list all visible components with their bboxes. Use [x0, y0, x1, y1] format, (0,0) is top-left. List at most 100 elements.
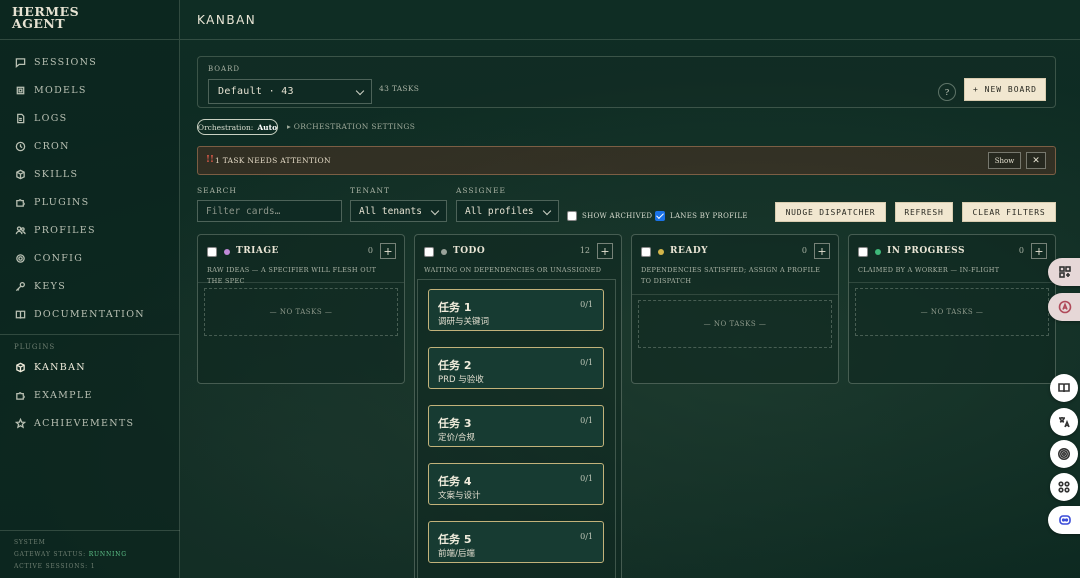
add-task-button[interactable]: + — [814, 243, 830, 259]
lane-divider — [632, 294, 838, 295]
sidebar-nav: SESSIONS MODELS LOGS CRON SKILLS PLUGINS… — [0, 40, 179, 328]
sidebar-item-models[interactable]: MODELS — [0, 76, 179, 104]
plugins-section-label: PLUGINS — [14, 343, 56, 351]
nudge-dispatcher-button[interactable]: NUDGE DISPATCHER — [775, 202, 886, 222]
attention-banner: !! 1 TASK NEEDS ATTENTION Show ✕ — [197, 146, 1056, 175]
lane-title: TRIAGE — [236, 246, 279, 256]
sidebar-item-config[interactable]: CONFIG — [0, 244, 179, 272]
lane-triage: TRIAGE 0 + RAW IDEAS — A SPECIFIER WILL … — [197, 234, 405, 384]
orchestration-settings-link[interactable]: ▸ ORCHESTRATION SETTINGS — [287, 122, 415, 131]
chip-icon — [14, 84, 26, 96]
sidebar-item-example[interactable]: EXAMPLE — [0, 381, 179, 409]
show-archived-toggle[interactable]: SHOW ARCHIVED — [567, 211, 652, 221]
key-icon — [14, 280, 26, 292]
lanes-by-profile-toggle[interactable]: LANES BY PROFILE — [655, 211, 748, 221]
show-button[interactable]: Show — [988, 152, 1021, 169]
lane-divider — [198, 282, 404, 283]
lane-todo: TODO 12 + WAITING ON DEPENDENCIES OR UNA… — [414, 234, 622, 578]
apps-add-icon[interactable] — [1048, 258, 1080, 286]
users-icon — [14, 224, 26, 236]
search-input[interactable]: Filter cards… — [197, 200, 342, 222]
lane-title: IN PROGRESS — [887, 246, 965, 256]
lane-select-checkbox[interactable] — [207, 247, 217, 257]
sidebar-item-logs[interactable]: LOGS — [0, 104, 179, 132]
add-task-button[interactable]: + — [1031, 243, 1047, 259]
lane-in-progress: IN PROGRESS 0 + CLAIMED BY A WORKER — IN… — [848, 234, 1056, 384]
book-icon — [14, 308, 26, 320]
assignee-label: ASSIGNEE — [456, 186, 507, 195]
new-board-button[interactable]: + NEW BOARD — [964, 78, 1046, 101]
lanes-by-profile-checkbox[interactable] — [655, 211, 665, 221]
lane-count: 0 — [367, 246, 373, 255]
empty-lane-placeholder: — NO TASKS — — [638, 300, 832, 348]
lane-select-checkbox[interactable] — [641, 247, 651, 257]
assistant-bot-icon[interactable] — [1048, 506, 1080, 534]
page-title: KANBAN — [197, 12, 257, 27]
tenant-select[interactable]: All tenants — [350, 200, 447, 222]
translate-icon[interactable] — [1050, 408, 1078, 436]
lane-color-dot — [875, 249, 881, 255]
task-card[interactable]: 任务 1 调研与关键词 0/1 — [428, 289, 604, 331]
lane-select-checkbox[interactable] — [858, 247, 868, 257]
card-list: 任务 1 调研与关键词 0/1 任务 2 PRD 与验收 0/1 任务 3 定价… — [417, 279, 616, 578]
add-task-button[interactable]: + — [597, 243, 613, 259]
lane-count: 0 — [801, 246, 807, 255]
lane-description: WAITING ON DEPENDENCIES OR UNASSIGNED — [424, 266, 602, 274]
star-icon — [14, 417, 26, 429]
chat-icon — [14, 56, 26, 68]
lane-select-checkbox[interactable] — [424, 247, 434, 257]
broadcast-icon[interactable] — [1050, 440, 1078, 468]
sidebar-item-skills[interactable]: SKILLS — [0, 160, 179, 188]
show-archived-checkbox[interactable] — [567, 211, 577, 221]
lane-description: DEPENDENCIES SATISFIED; ASSIGN A PROFILE… — [641, 266, 821, 285]
sidebar-item-kanban[interactable]: KANBAN — [0, 353, 179, 381]
task-card[interactable]: 任务 4 文案与设计 0/1 — [428, 463, 604, 505]
page-header: KANBAN — [180, 0, 1080, 40]
clear-filters-button[interactable]: CLEAR FILTERS — [962, 202, 1056, 222]
lane-color-dot — [441, 249, 447, 255]
board-panel: BOARD Default · 43 43 TASKS ? + NEW BOAR… — [197, 56, 1056, 108]
sidebar-item-achievements[interactable]: ACHIEVEMENTS — [0, 409, 179, 437]
app-logo[interactable]: HERMES AGENT — [0, 0, 179, 40]
command-icon[interactable] — [1050, 473, 1078, 501]
task-card[interactable]: 任务 5 前端/后端 0/1 — [428, 521, 604, 563]
active-sessions-value: 1 — [90, 563, 96, 570]
refresh-button[interactable]: REFRESH — [895, 202, 953, 222]
lane-description: CLAIMED BY A WORKER — IN-FLIGHT — [858, 266, 1000, 274]
task-card[interactable]: 任务 3 定价/合规 0/1 — [428, 405, 604, 447]
add-task-button[interactable]: + — [380, 243, 396, 259]
sidebar: HERMES AGENT SESSIONS MODELS LOGS CRON S… — [0, 0, 180, 578]
sidebar-item-sessions[interactable]: SESSIONS — [0, 48, 179, 76]
attention-message: 1 TASK NEEDS ATTENTION — [215, 156, 331, 165]
orchestration-toggle[interactable]: Orchestration: Auto — [197, 119, 278, 135]
lane-ready: READY 0 + DEPENDENCIES SATISFIED; ASSIGN… — [631, 234, 839, 384]
box-icon — [14, 168, 26, 180]
sidebar-item-profiles[interactable]: PROFILES — [0, 216, 179, 244]
lane-count: 0 — [1018, 246, 1024, 255]
lane-count: 12 — [579, 246, 590, 255]
lane-description: RAW IDEAS — A SPECIFIER WILL FLESH OUT T… — [207, 266, 377, 285]
puzzle-icon — [14, 196, 26, 208]
book-icon[interactable] — [1050, 374, 1078, 402]
translate-icon[interactable] — [1048, 293, 1080, 321]
empty-lane-placeholder: — NO TASKS — — [855, 288, 1049, 336]
sidebar-item-keys[interactable]: KEYS — [0, 272, 179, 300]
help-button[interactable]: ? — [938, 83, 956, 101]
chevron-down-icon — [542, 206, 552, 216]
system-status: SYSTEM GATEWAY STATUS: RUNNING ACTIVE SE… — [0, 530, 180, 578]
tenant-label: TENANT — [350, 186, 391, 195]
close-icon[interactable]: ✕ — [1026, 152, 1046, 169]
sidebar-item-cron[interactable]: CRON — [0, 132, 179, 160]
sidebar-item-plugins[interactable]: PLUGINS — [0, 188, 179, 216]
sidebar-item-documentation[interactable]: DOCUMENTATION — [0, 300, 179, 328]
clock-icon — [14, 140, 26, 152]
assignee-select[interactable]: All profiles — [456, 200, 559, 222]
lane-color-dot — [658, 249, 664, 255]
task-card[interactable]: 任务 2 PRD 与验收 0/1 — [428, 347, 604, 389]
alert-icon: !! — [206, 155, 214, 165]
search-label: SEARCH — [197, 186, 237, 195]
empty-lane-placeholder: — NO TASKS — — [204, 288, 398, 336]
task-count: 43 TASKS — [379, 84, 420, 93]
board-select[interactable]: Default · 43 — [208, 79, 372, 104]
lane-divider — [849, 282, 1055, 283]
